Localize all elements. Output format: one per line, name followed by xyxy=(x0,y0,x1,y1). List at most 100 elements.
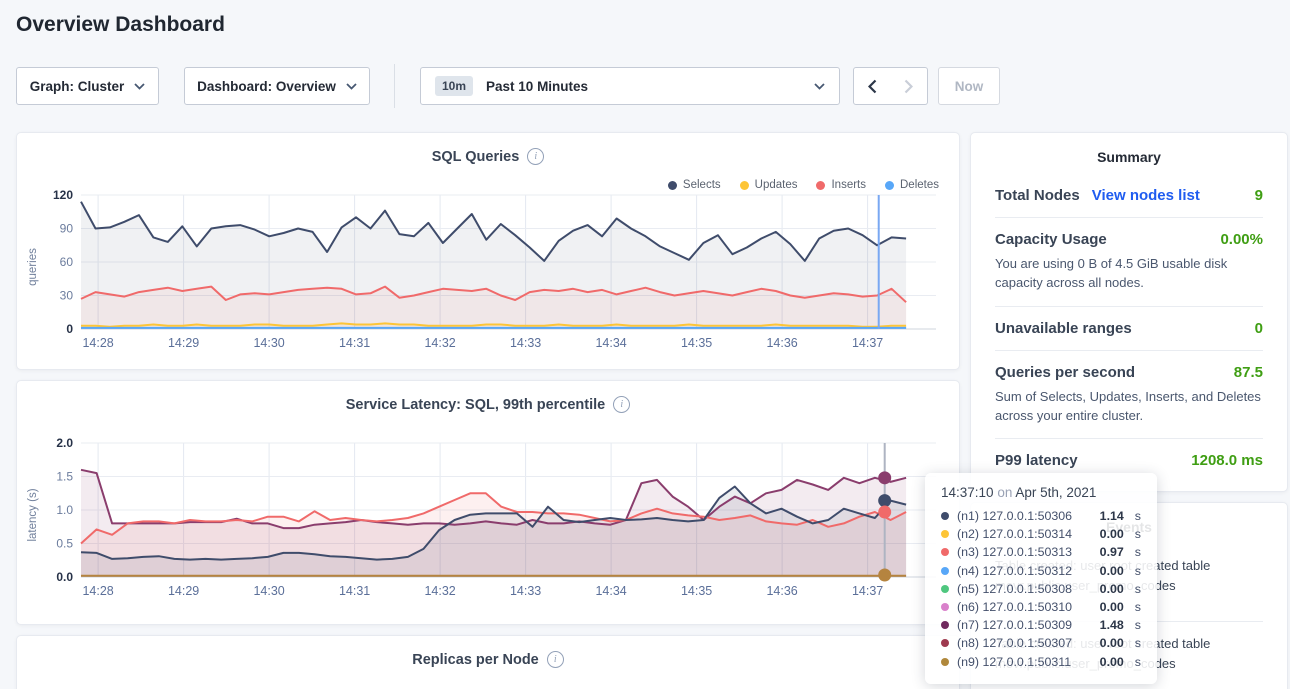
svg-text:14:34: 14:34 xyxy=(595,336,626,350)
info-icon[interactable]: i xyxy=(547,651,564,668)
node-latency-value: 0.97 xyxy=(1100,545,1124,559)
tooltip-node-row: (n4) 127.0.0.1:50312 0.00 s xyxy=(941,562,1141,580)
node-address-label: (n4) 127.0.0.1:50312 xyxy=(957,564,1072,578)
tooltip-node-row: (n2) 127.0.0.1:503140.00s xyxy=(941,525,1141,543)
dashboard-dropdown[interactable]: Dashboard: Overview xyxy=(184,67,370,105)
summary-title: Summary xyxy=(971,133,1287,174)
tooltip-node-row: (n9) 127.0.0.1:503110.00s xyxy=(941,653,1141,671)
tooltip-node-row: (n8) 127.0.0.1:503070.00s xyxy=(941,634,1141,652)
svg-text:14:32: 14:32 xyxy=(424,336,455,350)
summary-row-total-nodes: Total Nodes View nodes list 9 xyxy=(995,174,1263,217)
replicas-per-node-card: Replicas per Node i xyxy=(16,635,960,689)
latency-unit: s xyxy=(1135,582,1141,596)
latency-unit: s xyxy=(1135,564,1141,578)
page-title: Overview Dashboard xyxy=(16,13,225,37)
svg-text:0.5: 0.5 xyxy=(56,537,73,551)
svg-text:2.0: 2.0 xyxy=(56,436,73,450)
svg-text:0: 0 xyxy=(66,322,73,336)
service-latency-title: Service Latency: SQL, 99th percentile xyxy=(346,397,606,413)
svg-text:90: 90 xyxy=(60,222,74,236)
tooltip-timestamp: 14:37:10 on Apr 5th, 2021 xyxy=(941,485,1141,500)
unavailable-ranges-label: Unavailable ranges xyxy=(995,320,1132,337)
time-range-picker[interactable]: 10m Past 10 Minutes xyxy=(420,67,840,105)
unavailable-ranges-value: 0 xyxy=(1255,320,1263,337)
node-address-label: (n9) 127.0.0.1:50311 xyxy=(957,655,1071,669)
latency-unit: s xyxy=(1135,600,1141,614)
svg-text:14:34: 14:34 xyxy=(595,584,626,598)
sql-queries-chart[interactable]: 14:2814:2914:3014:3114:3214:3314:3414:35… xyxy=(23,185,953,357)
info-icon[interactable]: i xyxy=(613,396,630,413)
svg-text:14:32: 14:32 xyxy=(424,584,455,598)
svg-text:1.0: 1.0 xyxy=(56,503,73,517)
summary-row-unavailable-ranges: Unavailable ranges 0 xyxy=(995,306,1263,350)
svg-text:120: 120 xyxy=(53,188,73,202)
chevron-down-icon xyxy=(346,83,357,90)
svg-text:14:37: 14:37 xyxy=(852,584,883,598)
node-latency-value: 0.00 xyxy=(1100,582,1124,596)
latency-unit: s xyxy=(1135,545,1141,559)
capacity-usage-description: You are using 0 B of 4.5 GiB usable disk… xyxy=(995,255,1263,293)
queries-per-second-description: Sum of Selects, Updates, Inserts, and De… xyxy=(995,388,1263,426)
svg-text:14:28: 14:28 xyxy=(82,336,113,350)
svg-text:30: 30 xyxy=(60,289,74,303)
node-address-label: (n3) 127.0.0.1:50313 xyxy=(957,545,1072,559)
time-range-badge: 10m xyxy=(435,76,473,96)
chevron-down-icon xyxy=(134,83,145,90)
queries-per-second-value: 87.5 xyxy=(1234,364,1263,381)
node-color-dot xyxy=(941,548,949,556)
svg-text:14:29: 14:29 xyxy=(168,336,199,350)
summary-row-queries-per-second: Queries per second 87.5 Sum of Selects, … xyxy=(995,350,1263,439)
p99-latency-value: 1208.0 ms xyxy=(1191,452,1263,469)
node-color-dot xyxy=(941,621,949,629)
node-latency-value: 0.00 xyxy=(1100,564,1124,578)
svg-text:1.5: 1.5 xyxy=(56,470,73,484)
svg-text:14:33: 14:33 xyxy=(510,584,541,598)
node-color-dot xyxy=(941,603,949,611)
node-latency-value: 0.00 xyxy=(1100,600,1124,614)
node-address-label: (n7) 127.0.0.1:50309 xyxy=(957,618,1072,632)
service-latency-chart[interactable]: 14:2814:2914:3014:3114:3214:3314:3414:35… xyxy=(23,433,953,605)
dashboard-dropdown-label: Dashboard: Overview xyxy=(197,79,336,94)
svg-text:14:35: 14:35 xyxy=(681,584,712,598)
summary-panel: Summary Total Nodes View nodes list 9 Ca… xyxy=(970,132,1288,492)
toolbar-divider xyxy=(394,64,395,108)
svg-text:60: 60 xyxy=(60,255,74,269)
sql-queries-title: SQL Queries xyxy=(432,149,520,165)
total-nodes-value: 9 xyxy=(1255,187,1263,204)
graph-dropdown-label: Graph: Cluster xyxy=(30,79,125,94)
time-prev-button[interactable] xyxy=(853,67,891,105)
sql-queries-card: SQL Queries i SelectsUpdatesInsertsDelet… xyxy=(16,132,960,370)
node-address-label: (n6) 127.0.0.1:50310 xyxy=(957,600,1072,614)
node-color-dot xyxy=(941,639,949,647)
now-button[interactable]: Now xyxy=(938,67,1000,105)
total-nodes-label: Total Nodes xyxy=(995,187,1080,204)
svg-text:0.0: 0.0 xyxy=(56,570,73,584)
node-address-label: (n1) 127.0.0.1:50306 xyxy=(957,509,1072,523)
view-nodes-list-link[interactable]: View nodes list xyxy=(1092,187,1200,204)
node-latency-value: 1.14 xyxy=(1100,509,1124,523)
tooltip-node-row: (n3) 127.0.0.1:50313 0.97 s xyxy=(941,543,1141,561)
svg-text:14:33: 14:33 xyxy=(510,336,541,350)
svg-text:14:31: 14:31 xyxy=(339,584,370,598)
latency-unit: s xyxy=(1135,527,1141,541)
svg-text:14:37: 14:37 xyxy=(852,336,883,350)
node-color-dot xyxy=(941,585,949,593)
service-latency-card: Service Latency: SQL, 99th percentile i … xyxy=(16,380,960,625)
info-icon[interactable]: i xyxy=(527,148,544,165)
capacity-usage-label: Capacity Usage xyxy=(995,231,1107,248)
latency-unit: s xyxy=(1135,636,1141,650)
node-latency-value: 0.00 xyxy=(1100,636,1124,650)
tooltip-node-row: (n7) 127.0.0.1:503091.48s xyxy=(941,616,1141,634)
graph-scope-dropdown[interactable]: Graph: Cluster xyxy=(16,67,159,105)
latency-unit: s xyxy=(1135,618,1141,632)
latency-unit: s xyxy=(1135,509,1141,523)
time-next-button[interactable] xyxy=(890,67,928,105)
chevron-left-icon xyxy=(868,79,877,94)
tooltip-node-row: (n5) 127.0.0.1:503080.00s xyxy=(941,580,1141,598)
node-address-label: (n2) 127.0.0.1:50314 xyxy=(957,527,1072,541)
queries-per-second-label: Queries per second xyxy=(995,364,1135,381)
node-color-dot xyxy=(941,512,949,520)
svg-text:14:36: 14:36 xyxy=(766,336,797,350)
chevron-right-icon xyxy=(904,79,913,94)
capacity-usage-value: 0.00% xyxy=(1220,231,1263,248)
